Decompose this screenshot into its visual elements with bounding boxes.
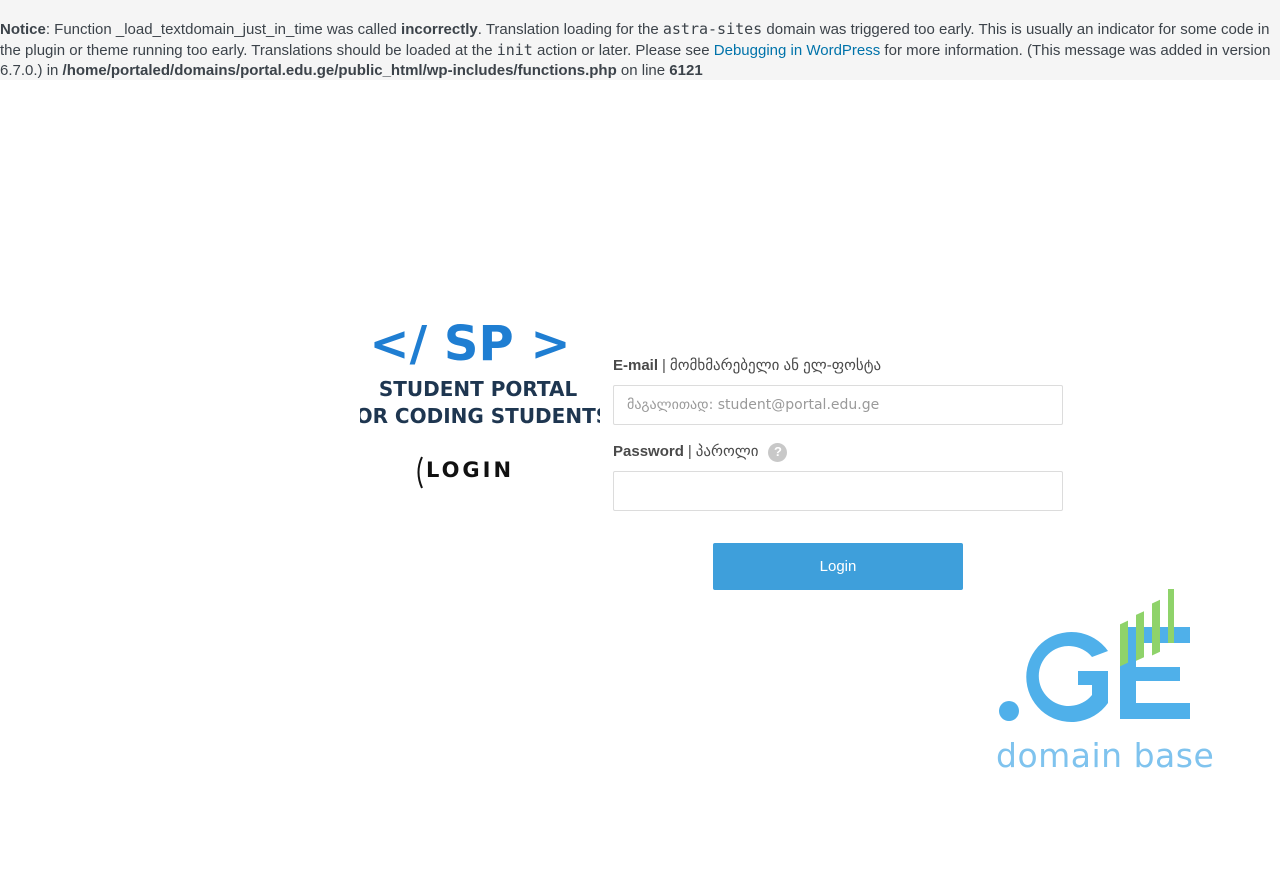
ge-logo-bar-4 <box>1168 589 1174 643</box>
help-icon[interactable]: ? <box>768 442 788 462</box>
login-form: E-mail | მომხმარებელი ან ელ-ფოსტა Passwo… <box>613 355 1063 511</box>
login-bracket-icon <box>417 456 423 489</box>
logo-mark: </ SP > <box>369 316 570 372</box>
notice-line-number: 6121 <box>669 62 703 79</box>
email-label-geo: მომხმარებელი ან ელ-ფოსტა <box>669 357 882 374</box>
ge-logo-e-mid <box>1120 667 1180 681</box>
email-label-sep: | <box>662 357 666 374</box>
notice-strong: incorrectly <box>401 21 478 38</box>
notice-code-init: init <box>496 41 533 59</box>
php-notice: Notice: Function _load_textdomain_just_i… <box>0 0 1280 80</box>
password-label-en: Password <box>613 443 684 460</box>
notice-label: Notice <box>0 21 46 38</box>
notice-text-2: . Translation loading for the <box>477 21 663 38</box>
ge-logo-bar-2 <box>1136 611 1144 661</box>
notice-code-domain: astra-sites <box>662 20 763 38</box>
ge-logo-bar-3 <box>1152 599 1160 656</box>
notice-text-4: action or later. Please see <box>532 42 714 59</box>
password-label-geo: პაროლი <box>695 443 759 460</box>
notice-file-path: /home/portaled/domains/portal.edu.ge/pub… <box>62 62 617 79</box>
ge-logo-bar-1 <box>1120 620 1128 667</box>
logo-line-1: STUDENT PORTAL <box>379 377 578 401</box>
ge-logo-g <box>1026 632 1108 722</box>
ge-logo-e-bottom <box>1120 703 1190 719</box>
password-label-sep: | <box>687 443 692 460</box>
student-portal-logo: </ SP > STUDENT PORTAL FOR CODING STUDEN… <box>360 310 600 500</box>
login-button[interactable]: Login <box>713 543 963 590</box>
ge-brand-tagline: domain base <box>996 736 1215 775</box>
email-label: E-mail | მომხმარებელი ან ელ-ფოსტა <box>613 355 1063 377</box>
notice-text-1: : Function _load_textdomain_just_in_time… <box>45 21 402 38</box>
notice-text-6: on line <box>616 62 670 79</box>
logo-line-2: FOR CODING STUDENTS <box>360 404 600 428</box>
student-portal-logo-graphic: </ SP > STUDENT PORTAL FOR CODING STUDEN… <box>360 316 600 489</box>
logo-login-word: LOGIN <box>426 458 514 482</box>
email-input[interactable] <box>613 385 1063 425</box>
ge-logo-dot <box>999 701 1019 721</box>
password-input[interactable] <box>613 471 1063 511</box>
password-label: Password | პაროლი ? <box>613 441 1063 463</box>
debugging-link[interactable]: Debugging in WordPress <box>714 42 880 59</box>
email-label-en: E-mail <box>613 357 659 374</box>
